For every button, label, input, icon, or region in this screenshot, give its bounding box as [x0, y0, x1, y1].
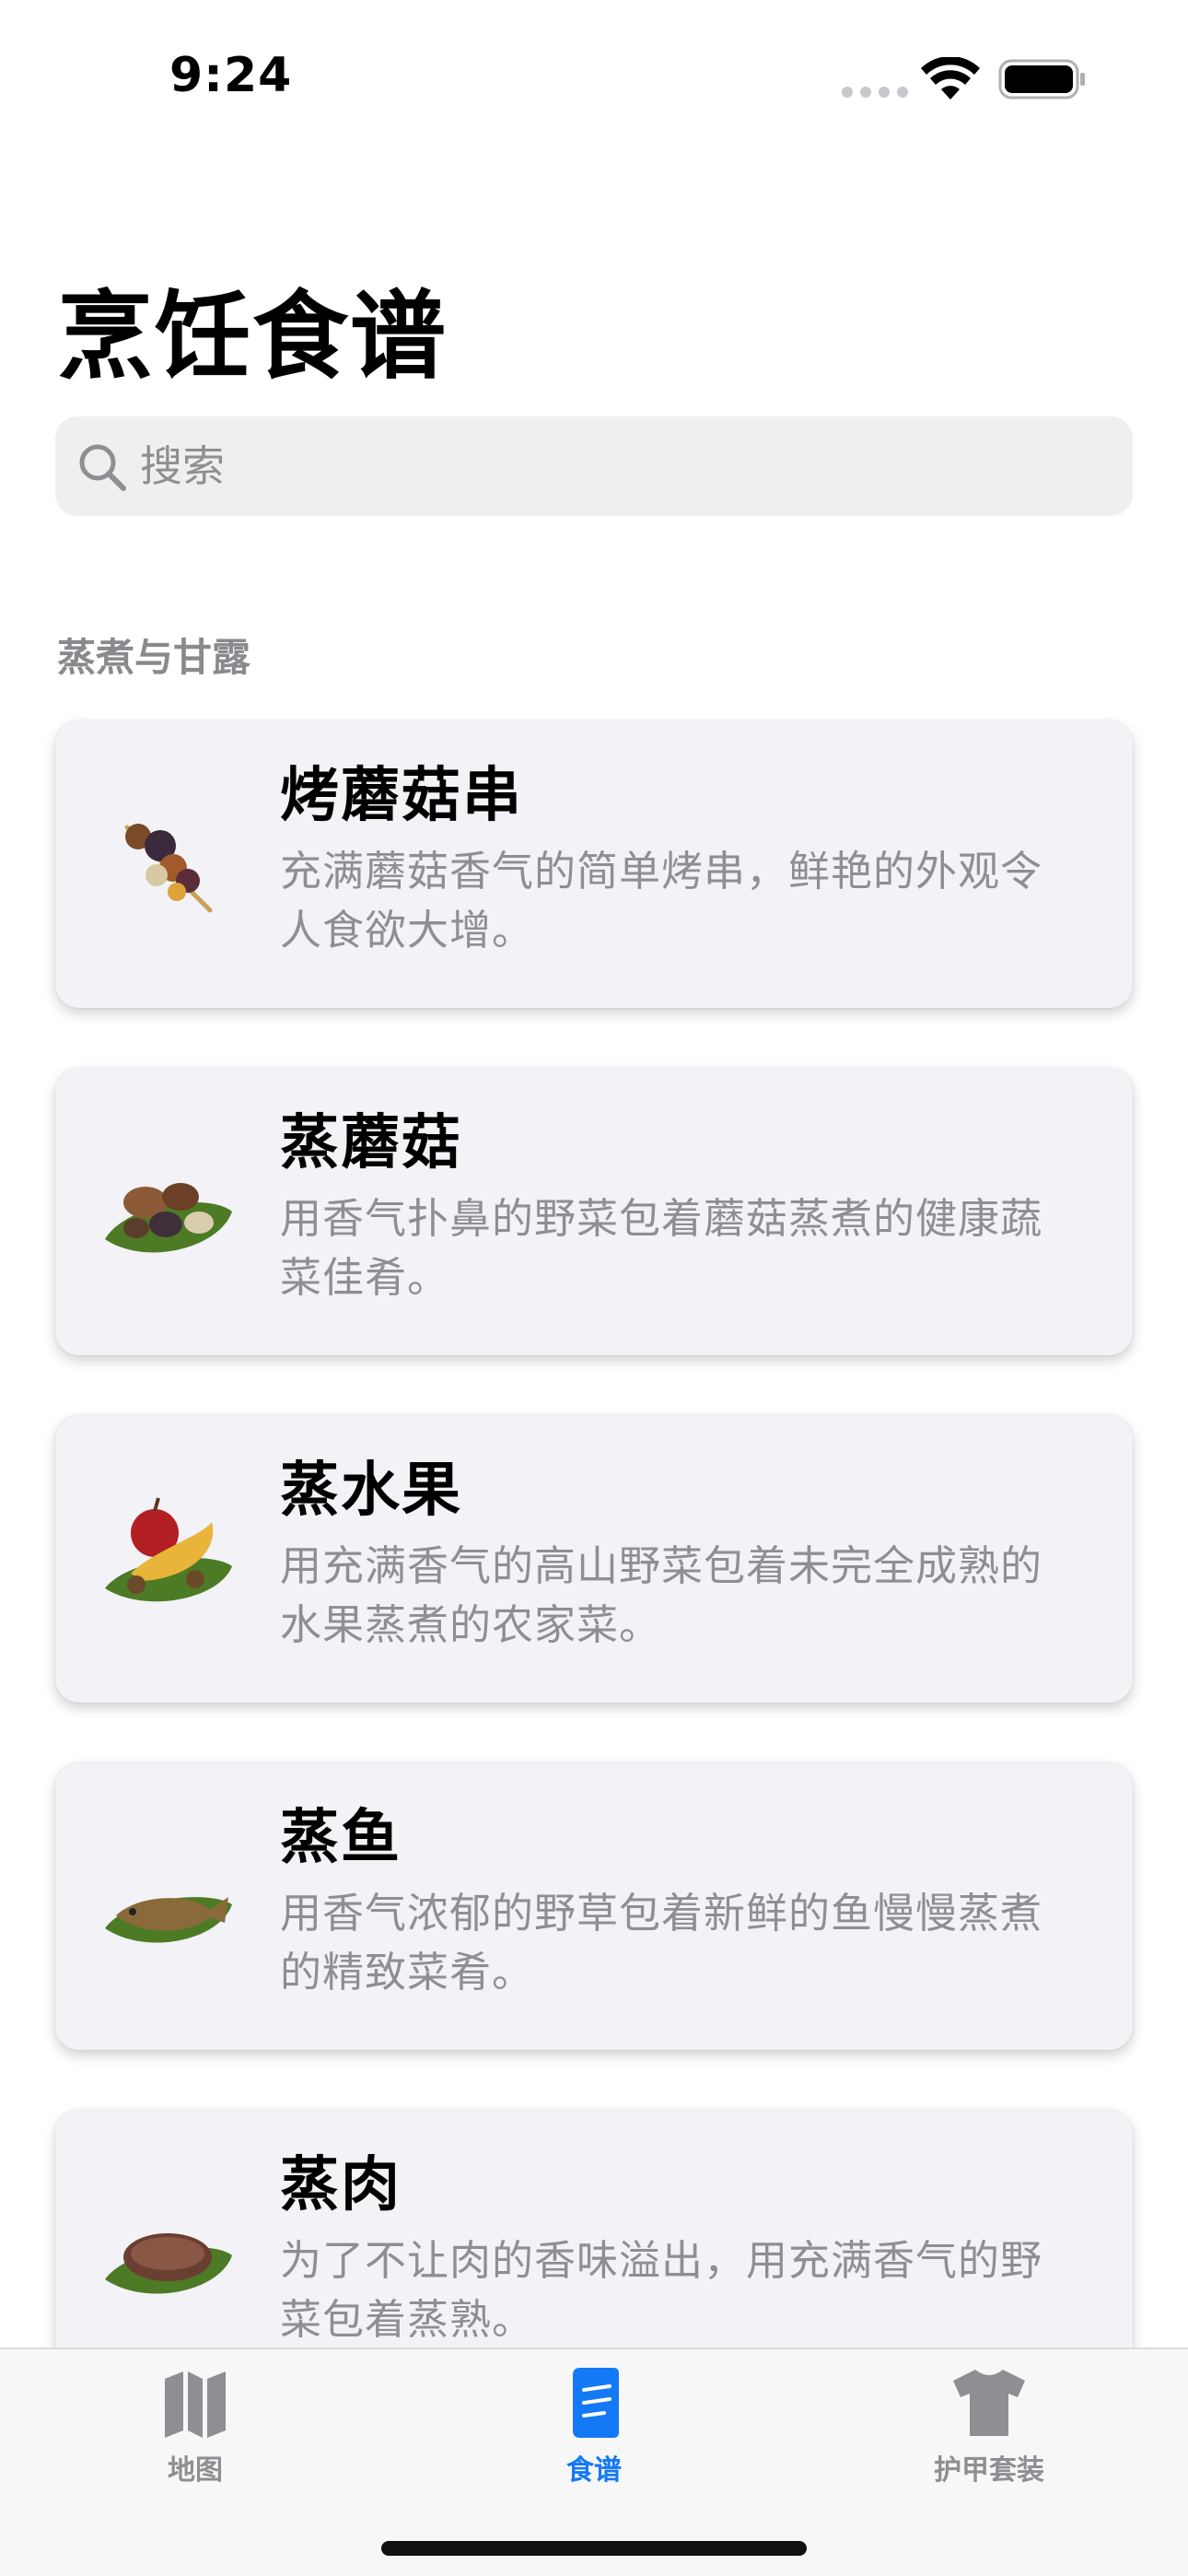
recipe-list: 烤蘑菇串 充满蘑菇香气的简单烤串，鲜艳的外观令人食欲大增。 蒸蘑菇 用香气扑鼻的… [0, 0, 1188, 2576]
recipe-title: 蒸肉 [280, 2151, 402, 2219]
recipe-description: 用充满香气的高山野菜包着未完全成熟的水果蒸煮的农家菜。 [280, 1541, 1043, 1649]
recipe-book-icon [573, 2368, 619, 2438]
tab-label: 地图 [168, 2454, 223, 2487]
recipe-card[interactable]: 蒸水果 用充满香气的高山野菜包着未完全成熟的水果蒸煮的农家菜。 [55, 1415, 1133, 1703]
recipe-title: 烤蘑菇串 [280, 762, 523, 830]
tab-map[interactable]: 地图 [103, 2366, 287, 2487]
tab-recipes[interactable]: 食谱 [502, 2366, 686, 2487]
shirt-icon [953, 2370, 1025, 2436]
tab-label: 食谱 [566, 2454, 622, 2487]
recipe-title: 蒸水果 [280, 1457, 462, 1525]
steamed-mushrooms-icon [105, 1183, 232, 1253]
map-icon [165, 2371, 226, 2438]
recipe-description: 用香气浓郁的野草包着新鲜的鱼慢慢蒸煮的精致菜肴。 [280, 1889, 1043, 1996]
recipe-description: 充满蘑菇香气的简单烤串，鲜艳的外观令人食欲大增。 [280, 847, 1043, 954]
mushroom-skewer-icon [124, 824, 213, 913]
steamed-fish-icon [105, 1897, 232, 1943]
tab-armor-sets[interactable]: 护甲套装 [897, 2366, 1081, 2487]
steamed-fruit-icon [105, 1497, 232, 1602]
steamed-meat-icon [105, 2233, 232, 2294]
tab-label: 护甲套装 [934, 2454, 1044, 2487]
recipe-title: 蒸鱼 [280, 1804, 402, 1872]
recipe-card[interactable]: 烤蘑菇串 充满蘑菇香气的简单烤串，鲜艳的外观令人食欲大增。 [55, 720, 1133, 1008]
recipe-description: 为了不让肉的香味溢出，用充满香气的野菜包着蒸熟。 [280, 2236, 1043, 2344]
recipe-description: 用香气扑鼻的野菜包着蘑菇蒸煮的健康蔬菜佳肴。 [280, 1194, 1043, 1302]
recipe-title: 蒸蘑菇 [280, 1109, 462, 1177]
recipe-card[interactable]: 蒸蘑菇 用香气扑鼻的野菜包着蘑菇蒸煮的健康蔬菜佳肴。 [55, 1068, 1133, 1355]
recipe-card[interactable]: 蒸鱼 用香气浓郁的野草包着新鲜的鱼慢慢蒸煮的精致菜肴。 [55, 1762, 1133, 2050]
home-indicator [381, 2541, 807, 2556]
